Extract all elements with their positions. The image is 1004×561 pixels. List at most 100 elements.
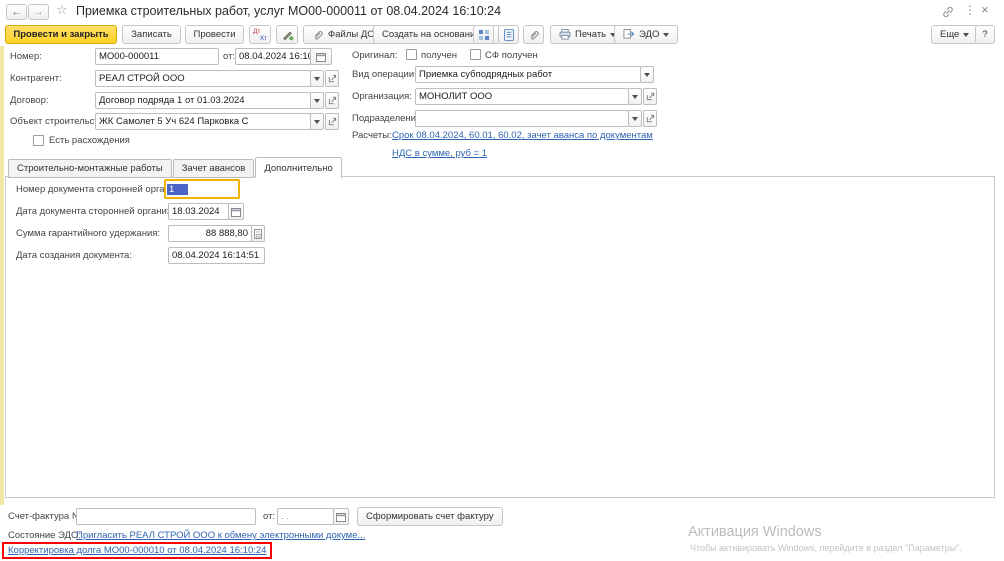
contract-label: Договор: (10, 95, 49, 106)
organization-label: Организация: (352, 91, 412, 102)
contract-field[interactable]: Договор подряда 1 от 01.03.2024 (95, 92, 311, 109)
document-date-calendar-button[interactable] (310, 48, 332, 65)
chevron-down-icon (644, 73, 650, 77)
chevron-down-icon (632, 95, 638, 99)
calendar-icon (316, 52, 326, 62)
sf-received-label: СФ получен (485, 50, 538, 61)
tab-additional[interactable]: Дополнительно (255, 157, 341, 178)
chevron-down-icon (663, 33, 669, 37)
forward-button[interactable]: → (28, 4, 49, 20)
chevron-down-icon (963, 33, 969, 37)
back-arrow-icon: ← (12, 7, 22, 18)
created-date-field[interactable]: 08.04.2024 16:14:51 (168, 247, 265, 264)
operation-type-dropdown-button[interactable] (640, 66, 654, 83)
pen-icon (281, 28, 294, 41)
kt-icon: Кт (260, 35, 267, 42)
close-icon[interactable]: × (981, 2, 989, 17)
has-discrepancies-checkbox[interactable] (33, 135, 44, 146)
organization-field[interactable]: МОНОЛИТ ООО (415, 88, 629, 105)
chevron-down-icon (314, 77, 320, 81)
invoice-date-calendar-button[interactable] (333, 508, 349, 525)
retention-amount-label: Сумма гарантийного удержания: (16, 228, 160, 239)
windows-activation-subtitle: Чтобы активировать Windows, перейдите в … (690, 543, 962, 553)
save-button[interactable]: Записать (122, 25, 181, 44)
number-label: Номер: (10, 51, 42, 62)
debt-correction-link[interactable]: Корректировка долга МО00-000010 от 08.04… (8, 545, 266, 556)
contractor-label: Контрагент: (10, 73, 62, 84)
structure-icon (478, 29, 490, 41)
report-icon (504, 29, 514, 41)
help-button[interactable]: ? (975, 25, 995, 44)
edo-invite-link[interactable]: Пригласить РЕАЛ СТРОЙ ООО к обмену элект… (76, 530, 365, 541)
tab-panel (5, 176, 995, 498)
vat-link[interactable]: НДС в сумме, руб = 1 (392, 148, 487, 159)
contractor-dropdown-button[interactable] (310, 70, 324, 87)
original-received-checkbox[interactable] (406, 49, 417, 60)
number-field[interactable]: МО00-000011 (95, 48, 219, 65)
contractor-field[interactable]: РЕАЛ СТРОЙ ООО (95, 70, 311, 87)
form-left-stripe (0, 46, 4, 505)
selected-text: 1 (167, 184, 188, 195)
files-do-button[interactable]: Файлы ДО (303, 25, 384, 44)
attach-file-button[interactable] (523, 25, 544, 44)
document-date-field[interactable]: 08.04.2024 16:10:24 (235, 48, 311, 65)
calendar-icon (231, 207, 241, 217)
edo-document-icon (623, 29, 635, 40)
original-received-label: получен (421, 50, 457, 61)
organization-dropdown-button[interactable] (628, 88, 642, 105)
paperclip-icon (528, 29, 540, 41)
dt-icon: Дт (253, 28, 260, 35)
contractor-open-button[interactable] (325, 70, 339, 87)
sf-received-checkbox[interactable] (470, 49, 481, 60)
organization-open-button[interactable] (643, 88, 657, 105)
get-link-icon[interactable] (941, 5, 955, 19)
contract-dropdown-button[interactable] (310, 92, 324, 109)
invoice-date-field[interactable]: . . (277, 508, 334, 525)
tab-construction-works[interactable]: Строительно-монтажные работы (8, 159, 172, 178)
kebab-menu-icon[interactable]: ⋮ (964, 3, 976, 17)
number-date-label: от: (223, 51, 235, 62)
open-link-icon (646, 92, 655, 101)
page-title: Приемка строительных работ, услуг МО00-0… (76, 4, 501, 18)
construction-object-field[interactable]: ЖК Самолет 5 Уч 624 Парковка С (95, 113, 311, 130)
document-window: ← → ☆ Приемка строительных работ, услуг … (0, 0, 1004, 561)
external-date-calendar-button[interactable] (228, 203, 244, 220)
related-documents-button[interactable] (473, 25, 494, 44)
correction-link-highlight: Корректировка долга МО00-000010 от 08.04… (2, 542, 272, 559)
invoice-number-field[interactable] (76, 508, 256, 525)
created-date-label: Дата создания документа: (16, 250, 132, 261)
department-open-button[interactable] (643, 110, 657, 127)
edo-state-label: Состояние ЭДО: (8, 530, 81, 541)
contract-open-button[interactable] (325, 92, 339, 109)
dt-kt-postings-button[interactable]: Дт Кт (249, 25, 271, 44)
calculator-icon (254, 229, 262, 239)
settlements-link[interactable]: Срок 08.04.2024, 60.01, 60.02, зачет ава… (392, 130, 653, 141)
department-field[interactable] (415, 110, 629, 127)
generate-invoice-button[interactable]: Сформировать счет фактуру (357, 507, 503, 526)
windows-activation-watermark: Активация Windows (688, 524, 822, 540)
department-label: Подразделение: (352, 113, 424, 124)
construction-object-dropdown-button[interactable] (310, 113, 324, 130)
post-and-close-button[interactable]: Провести и закрыть (5, 25, 117, 44)
favorite-star-icon[interactable]: ☆ (56, 2, 68, 18)
external-date-field[interactable]: 18.03.2024 (168, 203, 229, 220)
construction-object-open-button[interactable] (325, 113, 339, 130)
back-button[interactable]: ← (6, 4, 27, 20)
edo-button[interactable]: ЭДО (614, 25, 678, 44)
report-button[interactable] (498, 25, 519, 44)
tab-advance-offset[interactable]: Зачет авансов (173, 159, 255, 178)
calendar-icon (336, 512, 346, 522)
external-number-field[interactable]: 1 (164, 179, 240, 199)
open-link-icon (646, 114, 655, 123)
has-discrepancies-label: Есть расхождения (49, 135, 130, 146)
more-button[interactable]: Еще (931, 25, 978, 44)
retention-amount-calculator-button[interactable] (251, 225, 265, 242)
department-dropdown-button[interactable] (628, 110, 642, 127)
forward-arrow-icon: → (34, 7, 44, 18)
retention-amount-field[interactable]: 88 888,80 (168, 225, 252, 242)
post-button[interactable]: Провести (185, 25, 244, 44)
sign-button[interactable] (276, 25, 298, 44)
invoice-number-label: Счет-фактура №: (8, 511, 85, 522)
operation-type-field[interactable]: Приемка субподрядных работ (415, 66, 641, 83)
invoice-date-label: от: (263, 511, 275, 522)
